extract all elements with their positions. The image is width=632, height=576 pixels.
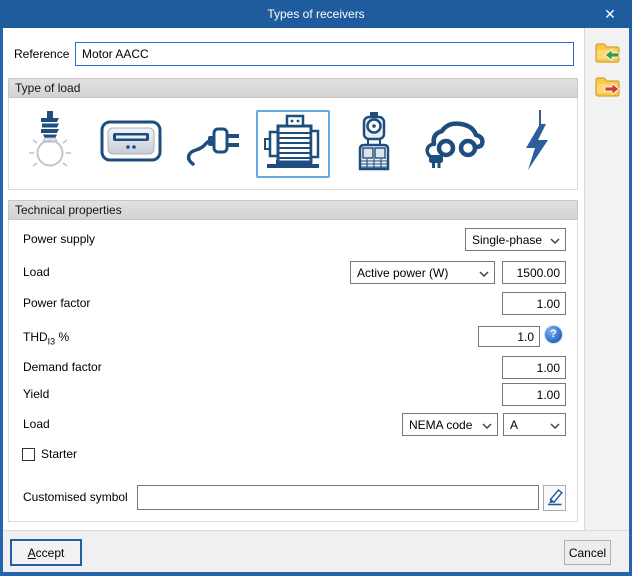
- load-option-heater[interactable]: [90, 98, 171, 189]
- export-to-library-button[interactable]: [594, 74, 621, 99]
- help-icon[interactable]: ?: [545, 326, 562, 343]
- motor-icon: [263, 112, 323, 175]
- folder-arrow-out-icon: [594, 77, 621, 102]
- lift-icon: [348, 111, 400, 176]
- load-option-socket-outlet[interactable]: [171, 98, 252, 189]
- technical-properties-body: Power supply Single-phase Load Active po…: [8, 220, 578, 522]
- load-type-select[interactable]: Active power (W): [350, 261, 495, 284]
- demand-factor-input[interactable]: [502, 356, 566, 379]
- yield-label: Yield: [23, 387, 50, 401]
- customised-symbol-label: Customised symbol: [23, 490, 128, 504]
- light-bulb-icon: [26, 110, 74, 177]
- thd-label: THDI3 %: [23, 330, 70, 347]
- customised-symbol-input[interactable]: [137, 485, 539, 510]
- reference-label: Reference: [14, 47, 70, 61]
- close-button[interactable]: ✕: [596, 3, 624, 25]
- load-code-label: Load: [23, 417, 50, 431]
- side-toolbar: [584, 28, 629, 530]
- starter-label: Starter: [41, 447, 78, 461]
- load-option-motor[interactable]: [252, 98, 333, 189]
- starter-row: Starter: [22, 447, 77, 461]
- power-supply-label: Power supply: [23, 232, 96, 246]
- folder-arrow-in-icon: [594, 43, 621, 68]
- import-from-library-button[interactable]: [594, 40, 621, 65]
- pencil-icon: [546, 487, 564, 509]
- yield-input[interactable]: [502, 383, 566, 406]
- title-bar: Types of receivers ✕: [0, 0, 632, 28]
- chevron-down-icon: [550, 418, 560, 432]
- type-of-load-options: [8, 98, 578, 190]
- cancel-button[interactable]: Cancel: [564, 540, 611, 565]
- starter-checkbox[interactable]: [22, 447, 35, 461]
- load-code-type-select[interactable]: NEMA code: [402, 413, 498, 436]
- plug-icon: [183, 112, 241, 175]
- demand-factor-label: Demand factor: [23, 360, 102, 374]
- edit-symbol-button[interactable]: [543, 485, 566, 511]
- ev-car-plug-icon: [424, 112, 486, 175]
- load-option-lift[interactable]: [334, 98, 415, 189]
- chevron-down-icon: [482, 418, 492, 432]
- heater-icon: [100, 119, 162, 168]
- technical-properties-header: Technical properties: [8, 200, 578, 220]
- load-label: Load: [23, 265, 50, 279]
- technical-properties-group: Technical properties Power supply Single…: [8, 200, 578, 522]
- load-option-lighting[interactable]: [9, 98, 90, 189]
- chevron-down-icon: [479, 266, 489, 280]
- reference-input[interactable]: [75, 42, 574, 66]
- power-supply-select[interactable]: Single-phase: [465, 228, 566, 251]
- dialog-window: Types of receivers ✕ Reference Motor AAC…: [0, 0, 632, 576]
- power-factor-label: Power factor: [23, 296, 91, 310]
- dialog-footer: Accept Cancel: [3, 530, 629, 572]
- thd-input[interactable]: [478, 326, 540, 347]
- dialog-content: Reference Motor AACC Type of load Techni…: [3, 28, 629, 572]
- dialog-title: Types of receivers: [267, 7, 365, 21]
- chevron-down-icon: [550, 233, 560, 247]
- type-of-load-group: Type of load: [8, 78, 578, 190]
- load-option-generic[interactable]: [496, 98, 577, 189]
- close-icon: ✕: [604, 6, 616, 22]
- power-factor-input[interactable]: [502, 292, 566, 315]
- accept-button[interactable]: Accept: [10, 539, 82, 566]
- load-amount-input[interactable]: [502, 261, 566, 284]
- load-option-ev-charger[interactable]: [415, 98, 496, 189]
- type-of-load-header: Type of load: [8, 78, 578, 98]
- lightning-bolt-icon: [516, 110, 556, 177]
- load-code-value-select[interactable]: A: [503, 413, 566, 436]
